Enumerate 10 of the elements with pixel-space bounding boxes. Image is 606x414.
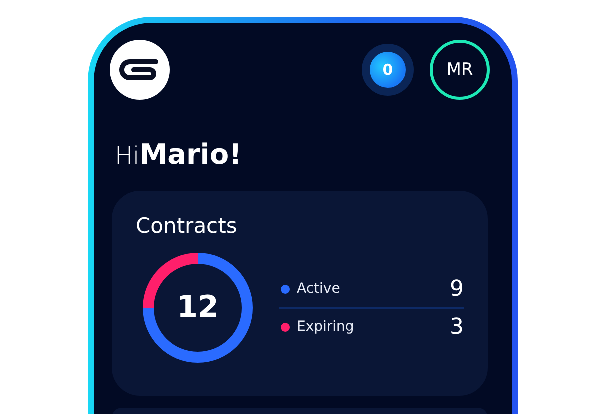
logo-icon [110,40,170,100]
legend-value: 9 [450,276,464,302]
legend-value: 3 [450,314,464,340]
greeting-text: Hi [115,142,140,170]
user-avatar[interactable]: MR [430,40,490,100]
legend-label: Expiring [297,319,356,335]
user-name: Mario! [140,138,242,171]
total-count: 12 [176,290,220,326]
card-title: Contracts [136,213,238,239]
legend-label: Active [297,281,342,297]
